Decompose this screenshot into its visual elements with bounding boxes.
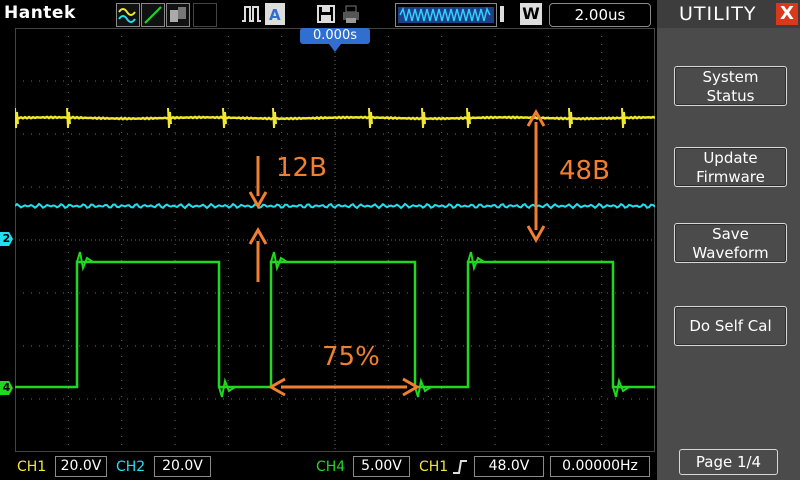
trigger-level-value[interactable]: 48.0V bbox=[474, 456, 544, 477]
pulse-trigger-icon[interactable] bbox=[240, 3, 262, 25]
ch1-switching-spike bbox=[222, 107, 227, 129]
blank-icon bbox=[193, 3, 217, 27]
button-label-line1: Update bbox=[703, 149, 758, 167]
ch1-label: CH1 bbox=[17, 459, 47, 475]
ch1-switching-spike bbox=[167, 107, 172, 129]
scope-display bbox=[14, 28, 656, 452]
ch1-switching-spike bbox=[14, 107, 19, 129]
ch1-scale-value[interactable]: 20.0V bbox=[55, 456, 107, 477]
ch1-switching-spike bbox=[421, 107, 426, 129]
button-label: Do Self Cal bbox=[689, 317, 772, 335]
button-label-line2: Waveform bbox=[692, 244, 769, 262]
ch4-ringing bbox=[218, 377, 236, 398]
top-bar: Hantek A W 2.00us bbox=[0, 0, 655, 28]
menu-title: UTILITY bbox=[679, 3, 757, 25]
menu-title-bar: UTILITY X bbox=[657, 0, 800, 28]
memory-depth-indicator bbox=[395, 3, 497, 27]
rising-edge-icon bbox=[452, 458, 468, 480]
ch4-ringing bbox=[270, 251, 288, 272]
page-indicator-button[interactable]: Page 1/4 bbox=[679, 449, 778, 475]
button-label-line2: Firmware bbox=[696, 168, 765, 186]
trigger-position-readout[interactable]: 0.000s bbox=[300, 28, 370, 44]
bottom-status-bar: CH1 20.0V CH2 20.0V CH4 5.00V CH1 48.0V … bbox=[0, 452, 657, 480]
brand-logo: Hantek bbox=[4, 3, 76, 23]
waveform-icon[interactable] bbox=[116, 3, 140, 27]
annotation-12v: 12B bbox=[276, 153, 327, 183]
ch4-ringing bbox=[76, 251, 94, 272]
line-mode-icon[interactable] bbox=[141, 3, 165, 27]
frequency-readout: 0.00000Hz bbox=[550, 456, 650, 477]
close-icon[interactable]: X bbox=[776, 3, 798, 25]
ch2-marker[interactable]: 2 bbox=[0, 232, 13, 246]
timebase-readout[interactable]: 2.00us bbox=[549, 3, 651, 27]
system-status-button[interactable]: System Status bbox=[674, 66, 787, 106]
ch1-switching-spike bbox=[66, 107, 71, 129]
trigger-source-label: CH1 bbox=[419, 459, 449, 475]
ch1-switching-spike bbox=[368, 107, 373, 129]
svg-text:A: A bbox=[269, 6, 281, 24]
auto-icon[interactable]: A bbox=[265, 3, 285, 25]
annotation-48v: 48B bbox=[559, 156, 610, 186]
ch4-ringing bbox=[414, 377, 432, 398]
trigger-mode-badge: W bbox=[520, 3, 542, 25]
button-label-line1: Save bbox=[712, 225, 749, 243]
self-cal-button[interactable]: Do Self Cal bbox=[674, 306, 787, 346]
ch1-switching-spike bbox=[466, 107, 471, 129]
printer-icon[interactable] bbox=[341, 3, 361, 25]
save-waveform-button[interactable]: Save Waveform bbox=[674, 223, 787, 263]
memory-end-marker bbox=[498, 3, 508, 25]
update-firmware-button[interactable]: Update Firmware bbox=[674, 147, 787, 187]
utility-menu: UTILITY X System Status Update Firmware … bbox=[657, 0, 800, 480]
ch4-ringing bbox=[612, 377, 630, 398]
ch1-switching-spike bbox=[272, 107, 277, 129]
ch2-scale-value[interactable]: 20.0V bbox=[154, 456, 211, 477]
save-disk-icon[interactable] bbox=[316, 3, 336, 25]
button-label-line1: System bbox=[702, 68, 759, 86]
ch1-waveform bbox=[14, 115, 656, 121]
ch4-ringing bbox=[467, 251, 485, 272]
ch2-label: CH2 bbox=[116, 459, 146, 475]
annotation-duty-cycle: 75% bbox=[322, 342, 380, 372]
trigger-position-marker bbox=[329, 44, 341, 52]
ch4-label: CH4 bbox=[316, 459, 346, 475]
persist-icon[interactable] bbox=[166, 3, 190, 27]
ch4-marker[interactable]: 4 bbox=[0, 381, 13, 395]
ch1-switching-spike bbox=[621, 107, 626, 129]
button-label-line2: Status bbox=[706, 87, 755, 105]
waveform-canvas bbox=[14, 28, 656, 452]
ch2-marker-label: 2 bbox=[2, 232, 11, 245]
ch4-scale-value[interactable]: 5.00V bbox=[353, 456, 410, 477]
ch4-marker-label: 4 bbox=[2, 381, 11, 394]
ch1-switching-spike bbox=[568, 107, 573, 129]
